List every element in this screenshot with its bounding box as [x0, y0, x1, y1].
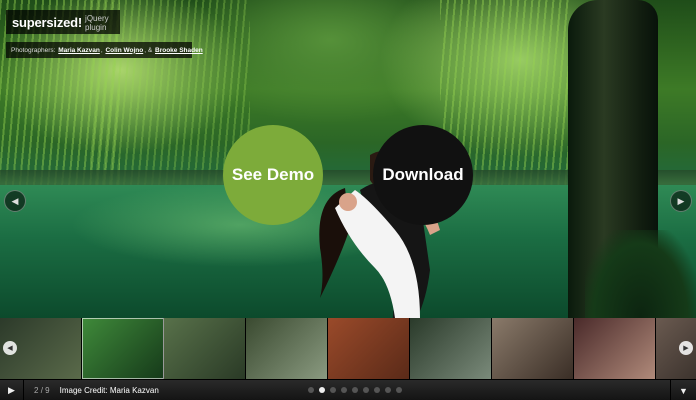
slide-counter: 2 / 9 — [34, 386, 50, 395]
slide-dot-4[interactable] — [341, 387, 347, 393]
chevron-right-icon: ▶ — [683, 345, 689, 352]
slide-divider: / — [40, 385, 43, 395]
logo-title: supersized! — [12, 14, 83, 30]
thumb-8[interactable] — [574, 318, 656, 379]
slide-caption: Image Credit: Maria Kazvan — [59, 385, 159, 395]
triangle-down-icon: ▼ — [679, 385, 688, 396]
photographer-link-brooke[interactable]: Brooke Shaden — [155, 47, 203, 54]
slide-dot-6[interactable] — [363, 387, 369, 393]
thumb-6[interactable] — [410, 318, 492, 379]
credits-prefix: Photographers: — [11, 46, 56, 54]
credits-separator-1: , — [100, 46, 103, 54]
play-button[interactable]: ▶ — [0, 379, 24, 400]
thumbnail-tray: ◀ ▶ — [0, 318, 696, 379]
prev-slide-button[interactable]: ◀ — [4, 190, 26, 212]
chevron-right-icon: ▶ — [677, 195, 685, 206]
credits-separator-2: , & — [144, 46, 153, 54]
tree-roots — [585, 230, 696, 318]
photographer-credits: Photographers: Maria Kazvan , Colin Wojn… — [6, 42, 203, 58]
slide-dots — [308, 387, 402, 393]
slide-dot-2[interactable] — [319, 387, 325, 393]
slide-dot-7[interactable] — [374, 387, 380, 393]
chevron-left-icon: ◀ — [7, 345, 13, 352]
photographer-link-maria[interactable]: Maria Kazvan — [58, 47, 100, 54]
chevron-left-icon: ◀ — [11, 195, 19, 206]
thumb-2[interactable] — [82, 318, 164, 379]
slide-dot-9[interactable] — [396, 387, 402, 393]
slide-total: 9 — [45, 385, 50, 395]
slide-dot-3[interactable] — [330, 387, 336, 393]
thumb-4[interactable] — [246, 318, 328, 379]
thumb-5[interactable] — [328, 318, 410, 379]
thumb-prev-button[interactable]: ◀ — [3, 341, 17, 355]
play-icon: ▶ — [8, 384, 15, 395]
see-demo-button[interactable]: See Demo — [223, 125, 323, 225]
slide-dot-1[interactable] — [308, 387, 314, 393]
photographer-link-colin[interactable]: Colin Wojno — [105, 47, 143, 54]
thumb-7[interactable] — [492, 318, 574, 379]
slide-current: 2 — [34, 385, 39, 395]
logo-subtitle: jQuery plugin — [85, 14, 109, 32]
thumb-3[interactable] — [164, 318, 246, 379]
slide-dot-8[interactable] — [385, 387, 391, 393]
control-bar: ▶ 2 / 9 Image Credit: Maria Kazvan ▼ — [0, 379, 696, 400]
download-button[interactable]: Download — [373, 125, 473, 225]
tray-toggle-button[interactable]: ▼ — [670, 380, 696, 400]
logo: supersized! jQuery plugin — [6, 10, 120, 34]
thumbnail-list — [0, 318, 696, 379]
slide-dot-5[interactable] — [352, 387, 358, 393]
thumb-next-button[interactable]: ▶ — [679, 341, 693, 355]
next-slide-button[interactable]: ▶ — [670, 190, 692, 212]
